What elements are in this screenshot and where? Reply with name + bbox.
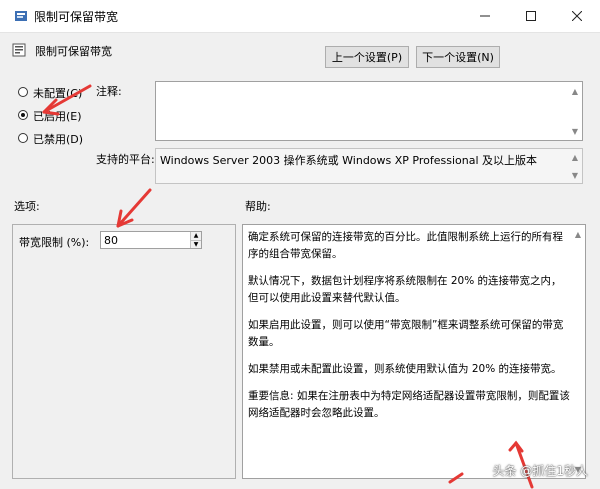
arrow-to-enabled-icon — [42, 84, 92, 114]
watermark: 头条 @抓住1秒人 — [492, 464, 588, 478]
annotation-arrows — [42, 84, 534, 489]
arrow-to-bandwidth-icon — [116, 188, 152, 228]
arrow-bottom-icon — [448, 472, 464, 484]
